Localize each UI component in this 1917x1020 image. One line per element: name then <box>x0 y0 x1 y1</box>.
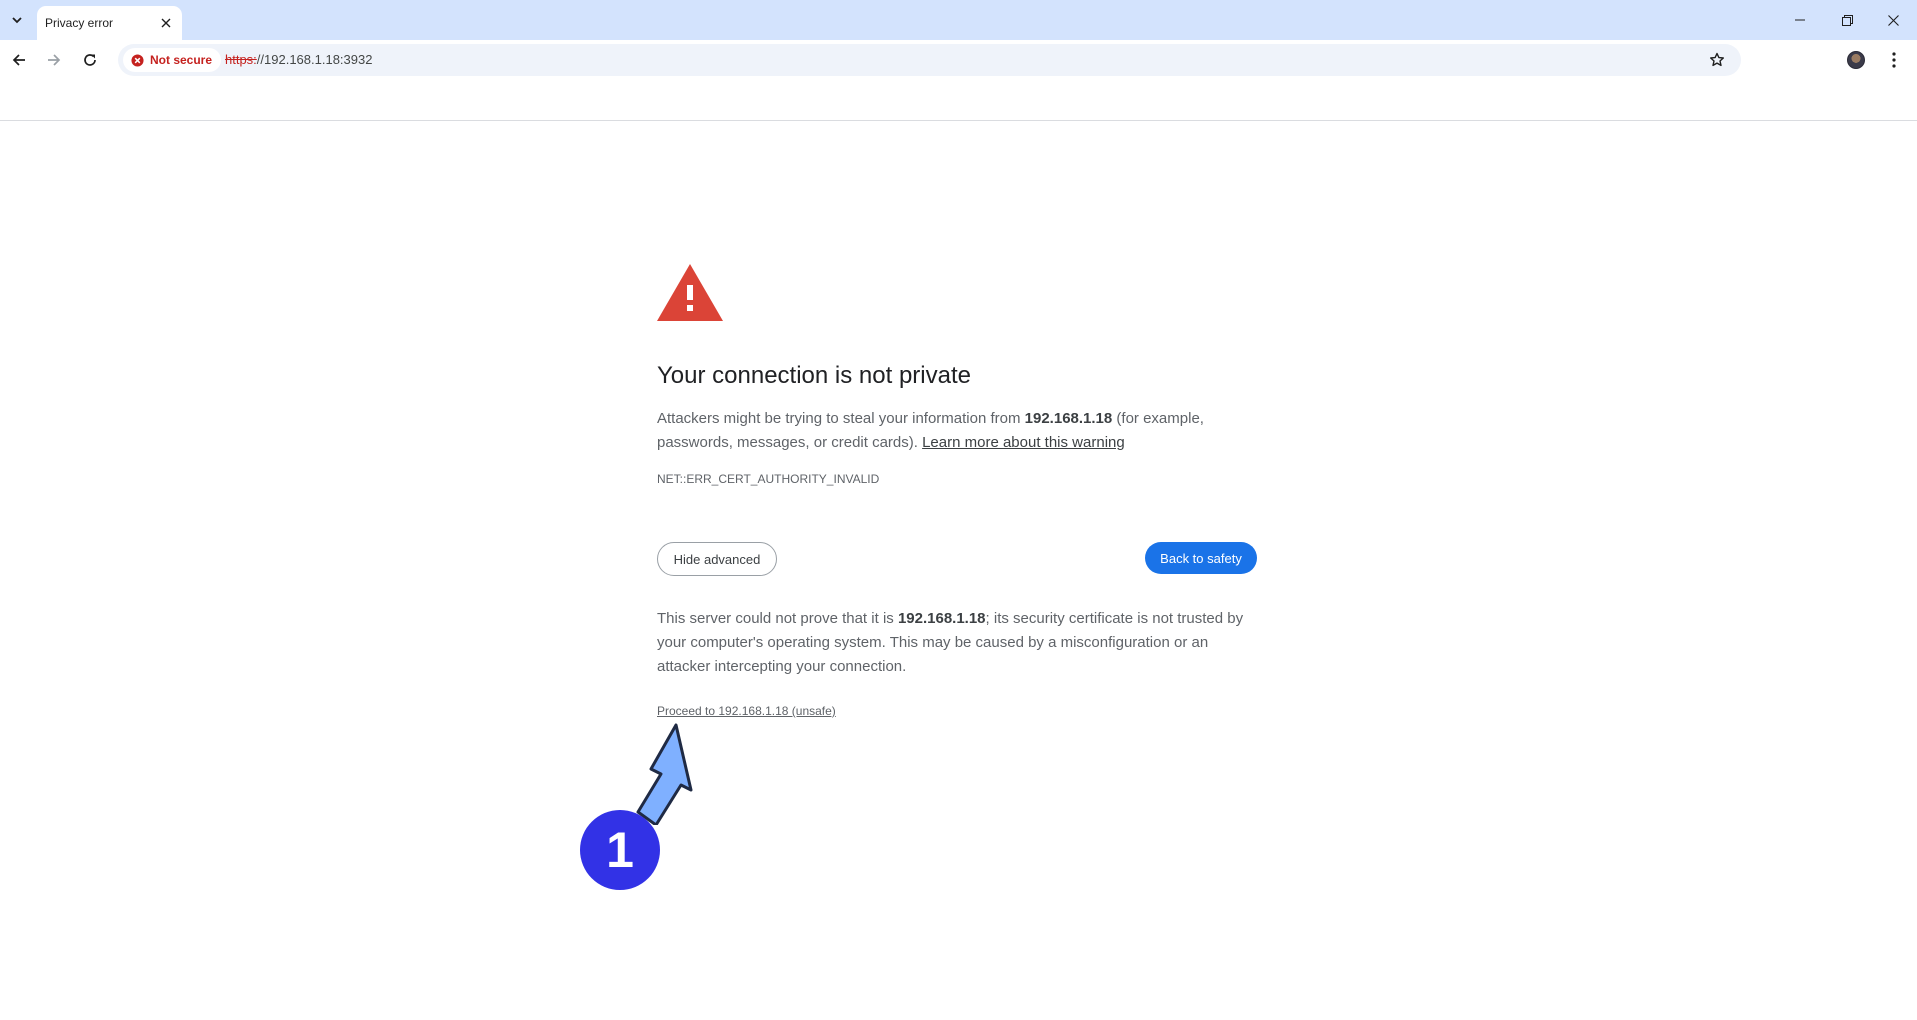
details-paragraph: This server could not prove that it is 1… <box>657 607 1257 679</box>
browser-menu-button[interactable] <box>1884 50 1904 70</box>
tab-search-button[interactable] <box>4 8 30 32</box>
minimize-button[interactable] <box>1777 0 1823 40</box>
intro-text: Attackers might be trying to steal your … <box>657 410 1025 427</box>
tab-strip: Privacy error <box>0 0 1917 40</box>
intro-host: 192.168.1.18 <box>1024 410 1113 427</box>
details-host: 192.168.1.18 <box>897 610 986 627</box>
arrow-left-icon <box>12 54 25 66</box>
forward-button[interactable] <box>40 46 68 74</box>
warning-triangle-icon <box>657 264 723 321</box>
bookmark-button[interactable] <box>1707 50 1727 70</box>
arrow-right-icon <box>48 54 61 66</box>
step-number-badge: 1 <box>580 810 660 890</box>
hide-advanced-button[interactable]: Hide advanced <box>657 542 777 576</box>
restore-button[interactable] <box>1824 0 1870 40</box>
url-text[interactable]: https://192.168.1.18:3932 <box>225 52 372 67</box>
profile-avatar[interactable] <box>1847 51 1865 69</box>
minimize-icon <box>1795 19 1805 21</box>
restore-icon <box>1841 14 1853 26</box>
close-icon <box>1887 14 1899 26</box>
close-icon <box>161 18 171 28</box>
address-bar[interactable]: Not secure https://192.168.1.18:3932 <box>118 44 1741 76</box>
reload-icon <box>84 54 96 66</box>
browser-toolbar: Not secure https://192.168.1.18:3932 <box>0 40 1917 80</box>
security-chip[interactable]: Not secure <box>123 48 222 72</box>
details-text: This server could not prove that it is <box>657 610 898 627</box>
security-chip-label: Not secure <box>150 53 213 67</box>
error-circle-icon <box>131 53 144 67</box>
more-vertical-icon <box>1892 52 1896 68</box>
chevron-down-icon <box>12 17 22 24</box>
active-tab[interactable]: Privacy error <box>37 6 182 40</box>
reload-button[interactable] <box>76 46 104 74</box>
star-icon <box>1710 52 1724 67</box>
tab-close-button[interactable] <box>156 13 176 33</box>
url-scheme: https: <box>225 52 257 67</box>
back-to-safety-button[interactable]: Back to safety <box>1145 542 1257 574</box>
error-code: NET::ERR_CERT_AUTHORITY_INVALID <box>657 472 880 486</box>
annotation-arrow-icon <box>636 723 693 825</box>
tab-title: Privacy error <box>45 16 114 30</box>
intro-paragraph: Attackers might be trying to steal your … <box>657 407 1257 455</box>
toolbar-divider <box>0 120 1917 121</box>
window-close-button[interactable] <box>1870 0 1916 40</box>
url-host: //192.168.1.18:3932 <box>256 52 373 67</box>
page-title: Your connection is not private <box>657 362 971 389</box>
learn-more-link[interactable]: Learn more about this warning <box>922 434 1125 451</box>
back-button[interactable] <box>5 46 33 74</box>
